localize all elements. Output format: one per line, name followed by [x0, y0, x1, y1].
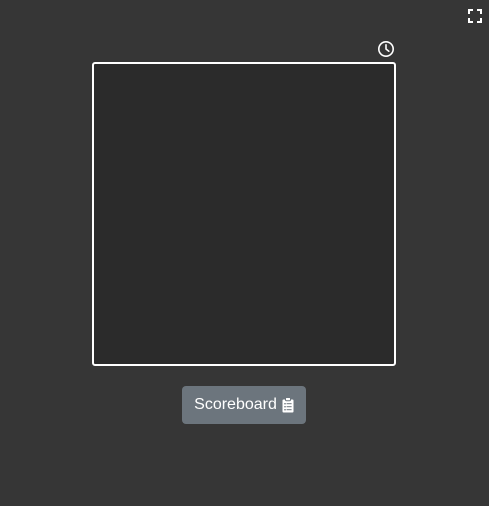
scoreboard-label: Scoreboard: [194, 396, 277, 413]
fullscreen-button[interactable]: [467, 8, 483, 24]
clipboard-list-icon: [282, 397, 294, 413]
game-board[interactable]: [92, 62, 396, 366]
scoreboard-button[interactable]: Scoreboard: [182, 386, 306, 424]
fullscreen-icon: [467, 8, 483, 24]
clock-icon: [377, 40, 395, 58]
